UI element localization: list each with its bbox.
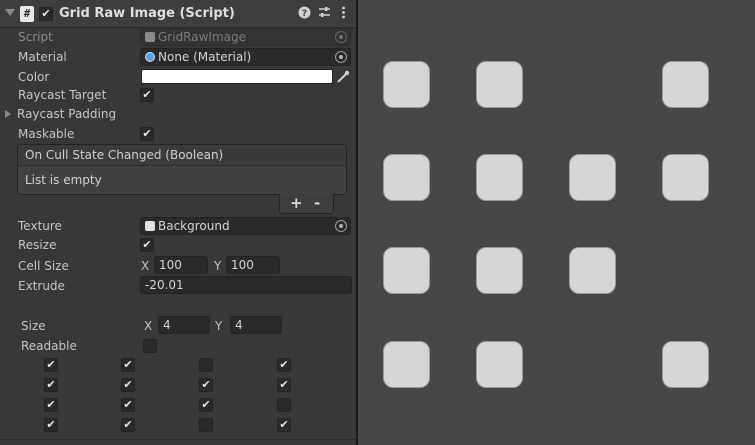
event-buttons: + -	[279, 194, 334, 214]
texture-label: Texture	[18, 219, 62, 233]
cell-toggle-checkbox[interactable]: ✔	[121, 418, 135, 432]
cell-toggle-checkbox[interactable]: ✔	[44, 378, 58, 392]
texture-value: Background	[158, 219, 230, 233]
section-divider	[0, 439, 356, 440]
cell-toggle-checkbox[interactable]: ✔	[44, 398, 58, 412]
cell-toggle-checkbox[interactable]: ✔	[277, 358, 291, 372]
material-value: None (Material)	[158, 50, 252, 64]
grid-cell-tile	[476, 247, 523, 294]
cell-size-x-label: X	[141, 259, 150, 273]
object-picker-icon[interactable]	[335, 51, 347, 63]
texture-field[interactable]: Background	[140, 217, 351, 235]
cull-state-event-box: On Cull State Changed (Boolean) List is …	[17, 144, 347, 195]
maskable-label: Maskable	[18, 127, 75, 141]
kebab-menu-icon[interactable]	[336, 6, 350, 20]
cell-toggle-checkbox[interactable]: ✔	[277, 418, 291, 432]
cell-toggle-checkbox[interactable]: ✔	[44, 418, 58, 432]
maskable-checkbox[interactable]: ✔	[140, 127, 154, 141]
grid-cell-tile	[476, 154, 523, 201]
size-x-field[interactable]: 4	[158, 316, 210, 334]
script-label: Script	[18, 30, 53, 44]
raycast-padding-label[interactable]: Raycast Padding	[17, 107, 116, 121]
size-x-label: X	[144, 319, 153, 333]
cell-toggle-checkbox[interactable]	[199, 358, 213, 372]
script-field: GridRawImage	[140, 28, 351, 46]
cell-toggle-checkbox[interactable]	[277, 398, 291, 412]
object-picker-icon	[335, 31, 347, 43]
cell-size-y-field[interactable]: 100	[226, 256, 280, 274]
grid-cell-tile	[476, 61, 523, 108]
raycast-padding-foldout-icon[interactable]	[5, 110, 11, 118]
raycast-target-label: Raycast Target	[18, 88, 107, 102]
remove-listener-button[interactable]: -	[314, 194, 320, 212]
scene-view[interactable]	[358, 0, 755, 445]
script-file-icon	[145, 32, 155, 42]
grid-cell-tile	[383, 247, 430, 294]
grid-cell-tile	[569, 247, 616, 294]
color-label: Color	[18, 70, 50, 84]
color-swatch[interactable]	[141, 69, 333, 84]
cell-toggle-checkbox[interactable]: ✔	[277, 378, 291, 392]
cell-toggle-checkbox[interactable]: ✔	[121, 358, 135, 372]
grid-cell-tile	[662, 154, 709, 201]
component-enabled-checkbox[interactable]: ✔	[39, 7, 53, 21]
material-label: Material	[18, 50, 67, 64]
cell-size-y-label: Y	[214, 259, 222, 273]
eyedropper-icon[interactable]	[335, 68, 351, 85]
size-label: Size	[21, 319, 46, 333]
readable-label: Readable	[21, 339, 77, 353]
material-sphere-icon	[145, 52, 155, 62]
object-picker-icon[interactable]	[335, 220, 347, 232]
cell-toggle-checkbox[interactable]	[199, 418, 213, 432]
resize-label: Resize	[18, 238, 57, 252]
raycast-target-checkbox[interactable]: ✔	[140, 88, 154, 102]
grid-cell-tile	[476, 341, 523, 388]
extrude-label: Extrude	[18, 279, 65, 293]
size-y-label: Y	[215, 319, 223, 333]
event-empty-text: List is empty	[25, 173, 102, 187]
readable-checkbox[interactable]	[143, 339, 157, 353]
grid-cell-tile	[569, 154, 616, 201]
add-listener-button[interactable]: +	[290, 194, 303, 212]
material-field[interactable]: None (Material)	[140, 48, 351, 66]
resize-checkbox[interactable]: ✔	[140, 238, 154, 252]
extrude-field[interactable]: -20.01	[140, 276, 352, 294]
script-value: GridRawImage	[158, 30, 247, 44]
inspector-panel: # ✔ Grid Raw Image (Script) ? Script Gri…	[0, 0, 356, 445]
grid-cell-tile	[662, 61, 709, 108]
grid-cell-tile	[383, 61, 430, 108]
preset-sliders-icon[interactable]	[317, 6, 331, 20]
texture-icon	[145, 221, 155, 231]
component-header[interactable]: # ✔ Grid Raw Image (Script) ?	[0, 0, 356, 28]
size-y-field[interactable]: 4	[230, 316, 282, 334]
cell-toggle-checkbox[interactable]: ✔	[121, 378, 135, 392]
grid-cell-tile	[662, 341, 709, 388]
cell-toggle-checkbox[interactable]: ✔	[44, 358, 58, 372]
cell-toggle-checkbox[interactable]: ✔	[199, 378, 213, 392]
cell-size-label: Cell Size	[18, 259, 69, 273]
grid-cell-tile	[383, 154, 430, 201]
cell-size-x-field[interactable]: 100	[154, 256, 208, 274]
foldout-arrow-icon[interactable]	[5, 9, 15, 16]
svg-text:?: ?	[301, 9, 306, 19]
grid-cell-tile	[383, 341, 430, 388]
cell-toggle-checkbox[interactable]: ✔	[199, 398, 213, 412]
cell-toggle-checkbox[interactable]: ✔	[121, 398, 135, 412]
event-title: On Cull State Changed (Boolean)	[18, 145, 346, 166]
script-icon: #	[20, 6, 34, 22]
help-icon[interactable]: ?	[297, 6, 311, 20]
component-title: Grid Raw Image (Script)	[59, 6, 235, 21]
